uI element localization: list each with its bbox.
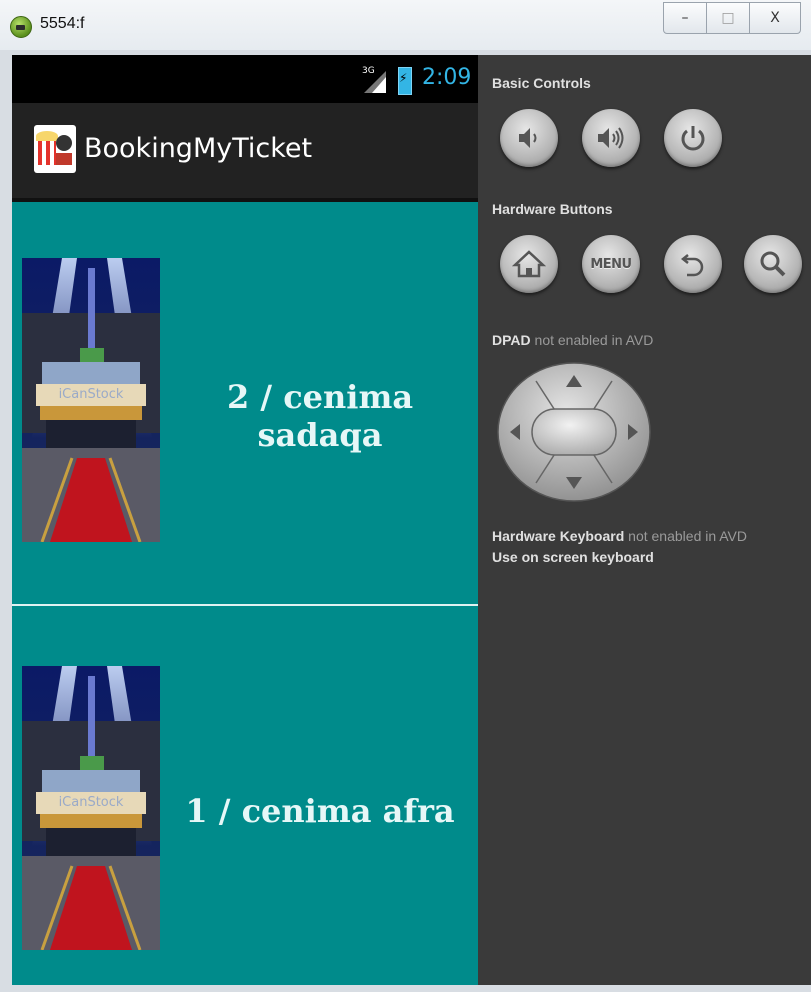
cinema-theater-image: iCanStock: [22, 666, 160, 950]
dpad-title: DPAD not enabled in AVD: [492, 332, 653, 348]
device-screen: 3G 2:09 BookingMyTicket: [12, 55, 478, 985]
power-button[interactable]: [664, 109, 722, 167]
cinema-theater-image: iCanStock: [22, 258, 160, 542]
basic-controls-title: Basic Controls: [492, 75, 591, 91]
app-title: BookingMyTicket: [84, 133, 313, 164]
dpad-note: not enabled in AVD: [534, 332, 654, 348]
close-icon: X: [770, 10, 780, 26]
cinema-thumbnail: iCanStock: [22, 258, 160, 542]
onscreen-keyboard-note: Use on screen keyboard: [492, 549, 654, 565]
close-button[interactable]: X: [749, 2, 801, 34]
emulator-controls-panel: Basic Controls Hardware Buttons MENU DPA…: [478, 55, 811, 985]
back-button[interactable]: [664, 235, 722, 293]
watermark-text: iCanStock: [59, 795, 124, 810]
status-time: 2:09: [422, 65, 472, 90]
dpad-label: DPAD: [492, 332, 531, 348]
app-logo-icon: [34, 125, 76, 173]
window-controls: – □ X: [663, 2, 801, 34]
search-icon: [760, 251, 786, 277]
volume-down-button[interactable]: [500, 109, 558, 167]
home-icon: [512, 250, 546, 278]
maximize-icon: □: [721, 10, 735, 26]
hardware-keyboard-status: Hardware Keyboard not enabled in AVD: [492, 528, 747, 544]
minimize-icon: –: [681, 10, 689, 26]
volume-down-icon: [519, 128, 537, 148]
action-bar: BookingMyTicket: [12, 103, 478, 202]
hardware-keyboard-label: Hardware Keyboard: [492, 528, 625, 544]
watermark-text: iCanStock: [59, 387, 124, 402]
cinema-name: 1 / cenima afra: [185, 792, 455, 830]
network-type-label: 3G: [362, 66, 375, 76]
search-button[interactable]: [744, 235, 802, 293]
volume-up-button[interactable]: [582, 109, 640, 167]
maximize-button[interactable]: □: [706, 2, 750, 34]
dpad-center-button[interactable]: [531, 408, 617, 456]
cinema-list-item[interactable]: iCanStock 2 / cenima sadaqa: [12, 198, 478, 606]
cinema-thumbnail: iCanStock: [22, 666, 160, 950]
volume-up-icon: [598, 127, 624, 149]
battery-charging-icon: [398, 67, 412, 95]
hardware-buttons-title: Hardware Buttons: [492, 201, 613, 217]
dpad-control[interactable]: [496, 361, 652, 503]
menu-button[interactable]: MENU: [582, 235, 640, 293]
menu-icon: MENU: [590, 256, 632, 272]
status-bar: 3G 2:09: [12, 55, 478, 103]
hardware-keyboard-note: not enabled in AVD: [628, 528, 748, 544]
back-icon: [680, 254, 704, 277]
window-title-bar: 5554:f – □ X: [0, 0, 811, 51]
cinema-name: 2 / cenima sadaqa: [226, 378, 414, 454]
minimize-button[interactable]: –: [663, 2, 707, 34]
power-icon: [681, 126, 705, 151]
cinema-list-item[interactable]: iCanStock 1 / cenima afra: [12, 606, 478, 985]
android-emulator-icon: [10, 16, 32, 38]
home-button[interactable]: [500, 235, 558, 293]
window-title: 5554:f: [40, 15, 85, 32]
